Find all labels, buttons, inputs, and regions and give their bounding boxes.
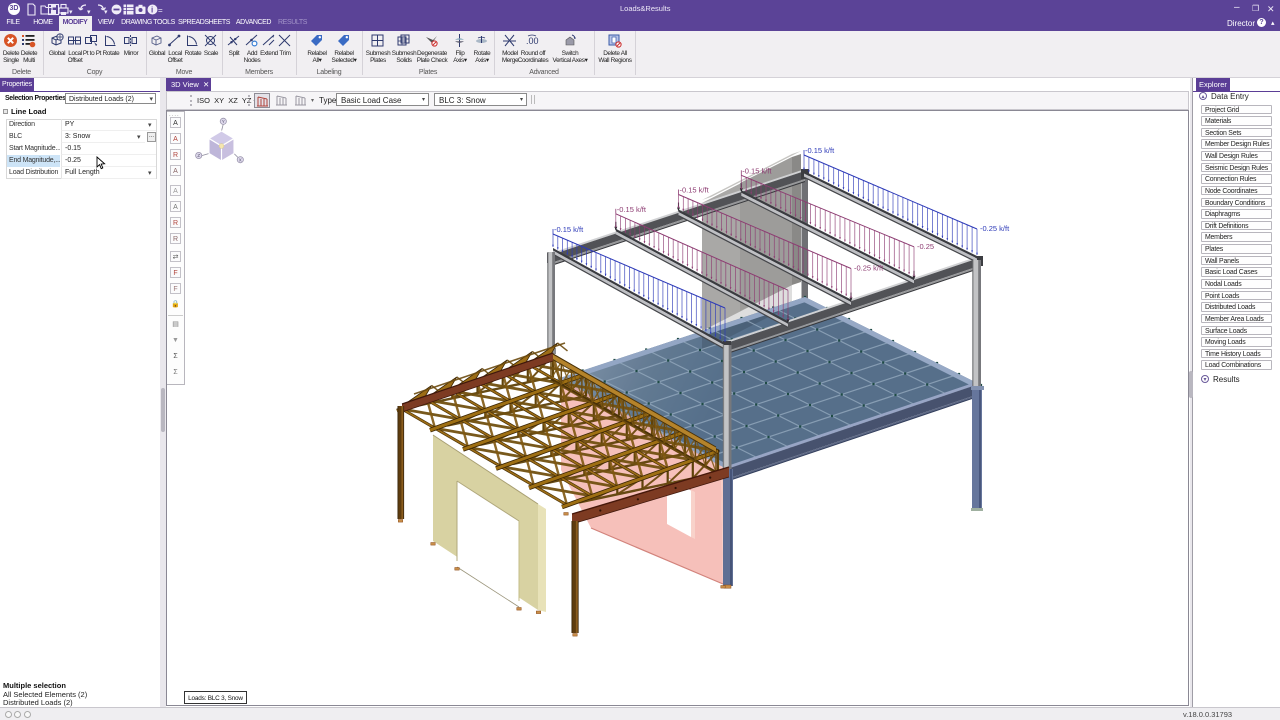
svg-text:-0.25 k/ft: -0.25 k/ft xyxy=(854,264,884,273)
svg-text:-0.25: -0.25 xyxy=(917,242,934,251)
svg-text:-0.25 k/ft: -0.25 k/ft xyxy=(980,224,1010,233)
svg-text:-0.15 k/ft: -0.15 k/ft xyxy=(554,225,584,234)
svg-text:X: X xyxy=(239,157,242,162)
svg-text:Y: Y xyxy=(222,119,225,124)
svg-text:-0.15 k/ft: -0.15 k/ft xyxy=(742,166,772,175)
svg-text:-0.15 k/ft: -0.15 k/ft xyxy=(617,205,647,214)
svg-text:Z: Z xyxy=(197,153,200,158)
svg-text:.00: .00 xyxy=(526,36,539,46)
svg-text:-0.15 k/ft: -0.15 k/ft xyxy=(805,146,835,155)
svg-text:-0.15 k/ft: -0.15 k/ft xyxy=(680,186,710,195)
svg-text:i: i xyxy=(151,6,153,15)
